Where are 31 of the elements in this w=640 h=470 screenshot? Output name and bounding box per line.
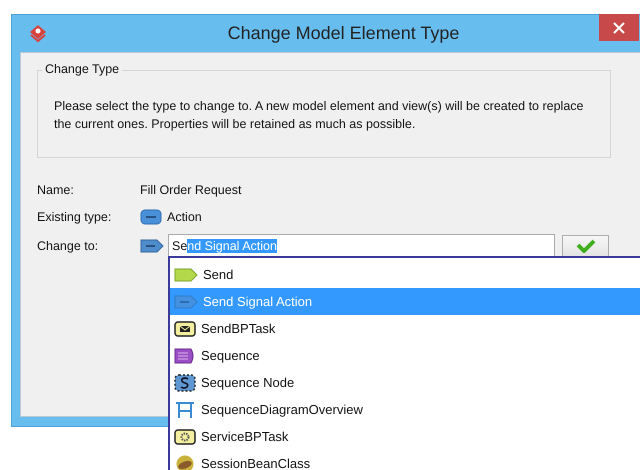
bean-icon	[174, 454, 196, 470]
field-label: Existing type:	[37, 210, 112, 224]
action-icon	[140, 208, 162, 224]
description-text: Please select the type to change to. A new model element and view(s) will be created to replace the current ones. Properties will be retained as much as possible.	[54, 98, 584, 133]
sequence-icon	[174, 348, 196, 364]
close-button[interactable]	[599, 14, 639, 41]
field-label: Name:	[37, 182, 75, 196]
field-label: Change to:	[37, 239, 100, 253]
confirm-button[interactable]	[562, 234, 609, 258]
type-list-item[interactable]: SendBPTask	[170, 315, 640, 342]
group-legend: Change Type	[42, 62, 122, 76]
type-list-item[interactable]: SessionBeanClass	[170, 450, 640, 470]
type-input-field[interactable]: Send Signal Action	[168, 234, 555, 258]
window-title: Change Model Element Type	[226, 23, 460, 44]
app-logo-icon	[28, 24, 48, 44]
envelope-icon	[174, 320, 196, 336]
type-list-item[interactable]: Sequence Node	[170, 369, 640, 396]
send-shape-icon	[174, 268, 198, 282]
signal-arrow-icon	[140, 239, 164, 253]
gear-task-icon	[174, 428, 196, 444]
type-list-item[interactable]: Send	[170, 261, 640, 288]
type-list-item[interactable]: Sequence	[170, 342, 640, 369]
field-value: Fill Order Request	[140, 182, 242, 196]
dashed-s-box-icon	[174, 374, 196, 392]
signal-arrow-icon	[174, 294, 198, 308]
close-icon	[613, 22, 625, 34]
field-value: Action	[167, 210, 202, 224]
type-list-item[interactable]: ServiceBPTask	[170, 423, 640, 450]
frame-tree-icon	[174, 400, 196, 418]
type-list-item[interactable]: SequenceDiagramOverview	[170, 396, 640, 423]
checkmark-icon	[576, 239, 596, 253]
